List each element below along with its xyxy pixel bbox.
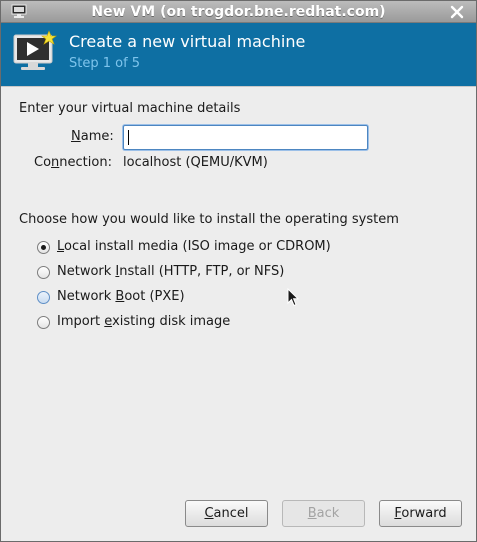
radio-button[interactable]	[37, 291, 50, 304]
mouse-pointer-icon	[287, 288, 299, 307]
connection-label: Connection:	[34, 155, 112, 170]
text-caret	[128, 130, 129, 145]
new-vm-icon	[13, 30, 57, 70]
install-section-label: Choose how you would like to install the…	[19, 212, 399, 227]
radio-button[interactable]	[37, 316, 50, 329]
window-title: New VM (on trogdor.bne.redhat.com)	[91, 4, 386, 20]
name-field[interactable]	[123, 125, 368, 150]
details-section-label: Enter your virtual machine details	[19, 101, 241, 116]
new-vm-dialog: New VM (on trogdor.bne.redhat.com) Creat…	[0, 0, 477, 542]
radio-label: Local install media (ISO image or CDROM)	[57, 239, 331, 254]
radio-button[interactable]	[37, 266, 50, 279]
radio-label: Import existing disk image	[57, 314, 231, 329]
title-bar[interactable]: New VM (on trogdor.bne.redhat.com)	[1, 1, 476, 23]
close-icon[interactable]	[448, 3, 466, 21]
cancel-button[interactable]: Cancel	[185, 500, 268, 527]
name-label: Name:	[71, 129, 114, 144]
wizard-title: Create a new virtual machine	[69, 32, 306, 51]
radio-label: Network Install (HTTP, FTP, or NFS)	[57, 264, 285, 279]
wizard-step: Step 1 of 5	[69, 56, 141, 71]
connection-value: localhost (QEMU/KVM)	[123, 155, 268, 170]
radio-label: Network Boot (PXE)	[57, 289, 185, 304]
radio-button[interactable]	[37, 241, 50, 254]
wizard-header: Create a new virtual machine Step 1 of 5	[1, 23, 476, 86]
forward-button[interactable]: Forward	[379, 500, 462, 527]
header-divider	[1, 86, 476, 87]
back-button[interactable]: Back	[282, 500, 365, 527]
